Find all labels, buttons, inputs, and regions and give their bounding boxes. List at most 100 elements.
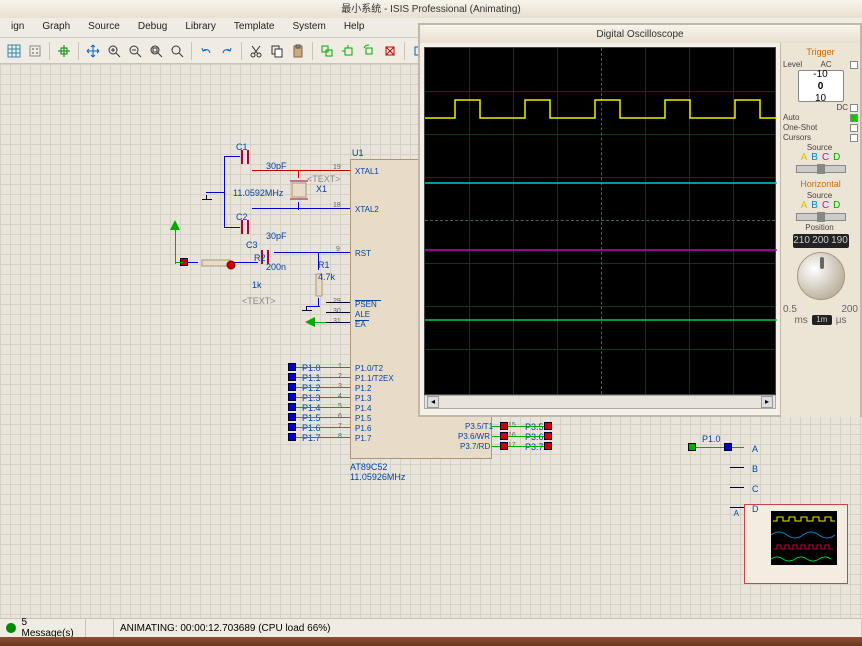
r1-val: 4.7k (318, 272, 335, 282)
u1-pin-rst: RST (355, 249, 371, 258)
position-readout[interactable]: 210 200 190 (793, 234, 849, 248)
ac-toggle[interactable] (850, 61, 858, 69)
block-delete-icon[interactable] (380, 41, 400, 61)
level-val-mid: 0 (818, 80, 824, 93)
dc-label: DC (836, 103, 850, 112)
menu-template[interactable]: Template (225, 18, 284, 37)
timebase-readout: 1m (812, 315, 832, 325)
probe-p1-4 (288, 403, 296, 411)
cursors-toggle[interactable] (850, 134, 858, 142)
p3-7-net: P3.7 (525, 442, 544, 452)
p1-4-l: P1.4 (355, 404, 371, 413)
level-stepper[interactable]: -10 0 10 (798, 70, 844, 102)
center-icon[interactable] (54, 41, 74, 61)
level-val-bot: 10 (815, 93, 826, 104)
status-messages[interactable]: 5 Message(s) (22, 617, 80, 639)
zoom-fit-icon[interactable] (146, 41, 166, 61)
p3-6-l: P3.6/WR (458, 432, 490, 441)
horiz-src-c[interactable]: C (822, 200, 829, 211)
trig-source-slider[interactable] (796, 165, 846, 173)
probe-p1-2 (288, 383, 296, 391)
unit-ms: ms (794, 315, 807, 326)
probe-p1-1 (288, 373, 296, 381)
paste-icon[interactable] (288, 41, 308, 61)
button-sw[interactable] (224, 258, 238, 275)
status-animating: ANIMATING: 00:00:12.703689 (CPU load 66%… (120, 623, 330, 634)
p3-5-l: P3.5/T1 (465, 422, 490, 431)
copy-icon[interactable] (267, 41, 287, 61)
scope-ch-c: C (752, 484, 759, 494)
horiz-src-a[interactable]: A (801, 200, 808, 211)
trig-src-a[interactable]: A (801, 152, 808, 163)
scope-h-scrollbar[interactable]: ◂ ▸ (424, 395, 776, 409)
status-bar: 5 Message(s) ANIMATING: 00:00:12.703689 … (0, 618, 862, 637)
vcc-arrow (170, 220, 180, 230)
block-copy-icon[interactable] (317, 41, 337, 61)
scroll-right-icon[interactable]: ▸ (761, 396, 773, 408)
scope-ch-b: B (752, 464, 758, 474)
probe-p3-6 (500, 432, 508, 440)
zoom-out-icon[interactable] (125, 41, 145, 61)
p3-7-l: P3.7/RD (460, 442, 490, 451)
window-title: 最小系统 - ISIS Professional (Animating) (341, 4, 521, 15)
horiz-source-select[interactable]: A B C D (783, 200, 858, 211)
horiz-source-slider[interactable] (796, 213, 846, 221)
p1-5-l: P1.5 (355, 414, 371, 423)
u1-freq: 11.05926MHz (350, 472, 405, 482)
oneshot-toggle[interactable] (850, 124, 858, 132)
trig-src-b[interactable]: B (811, 152, 818, 163)
p1-0-l: P1.0/T2 (355, 364, 383, 373)
c3-val: 200n (266, 262, 286, 272)
instrument-oscilloscope[interactable]: A (744, 504, 848, 584)
redo-icon[interactable] (217, 41, 237, 61)
horiz-src-d[interactable]: D (833, 200, 840, 211)
menu-debug[interactable]: Debug (129, 18, 176, 37)
u1-ref: U1 (352, 148, 364, 158)
trig-source-select[interactable]: A B C D (783, 152, 858, 163)
p1-3-net: P1.3 (302, 393, 321, 403)
undo-icon[interactable] (196, 41, 216, 61)
scope-title-bar[interactable]: Digital Oscilloscope (420, 25, 860, 43)
zoom-in-icon[interactable] (104, 41, 124, 61)
grid-icon[interactable] (4, 41, 24, 61)
text-ph-2: <TEXT> (242, 296, 276, 306)
trig-src-d[interactable]: D (833, 152, 840, 163)
component-c2[interactable] (236, 220, 256, 237)
timebase-knob[interactable] (797, 252, 845, 300)
scope-display[interactable] (424, 47, 776, 395)
scope-net-probe (724, 443, 732, 451)
block-rotate-icon[interactable] (359, 41, 379, 61)
menu-system[interactable]: System (283, 18, 334, 37)
scope-instrument-display (771, 511, 837, 565)
probe-p3-7b (544, 442, 552, 450)
menu-help[interactable]: Help (335, 18, 374, 37)
scope-title: Digital Oscilloscope (596, 29, 683, 40)
dc-toggle[interactable] (850, 104, 858, 112)
u1-part: AT89C52 (350, 462, 387, 472)
scope-ch-d: D (752, 504, 759, 514)
p3-6-net: P3.6 (525, 432, 544, 442)
menu-graph[interactable]: Graph (33, 18, 79, 37)
p3-5-net: P3.5 (525, 422, 544, 432)
component-c1[interactable] (236, 150, 256, 167)
menu-source[interactable]: Source (79, 18, 129, 37)
scroll-left-icon[interactable]: ◂ (427, 396, 439, 408)
u1-pin-ea: EA (355, 320, 366, 329)
toggle-grid-icon[interactable] (25, 41, 45, 61)
menu-library[interactable]: Library (176, 18, 225, 37)
horizontal-section-title: Horizontal (783, 177, 858, 191)
cut-icon[interactable] (246, 41, 266, 61)
horiz-src-b[interactable]: B (811, 200, 818, 211)
trig-source-label: Source (783, 143, 858, 152)
oscilloscope-window[interactable]: Digital Oscilloscope (418, 23, 862, 417)
menu-design[interactable]: ign (2, 18, 33, 37)
block-move-icon[interactable] (338, 41, 358, 61)
auto-label: Auto (783, 113, 801, 122)
trig-src-c[interactable]: C (822, 152, 829, 163)
zoom-area-icon[interactable] (167, 41, 187, 61)
auto-toggle[interactable] (850, 114, 858, 122)
c3-ref: C3 (246, 240, 258, 250)
cursors-label: Cursors (783, 133, 813, 142)
scope-ch-a: A (752, 444, 758, 454)
pan-icon[interactable] (83, 41, 103, 61)
